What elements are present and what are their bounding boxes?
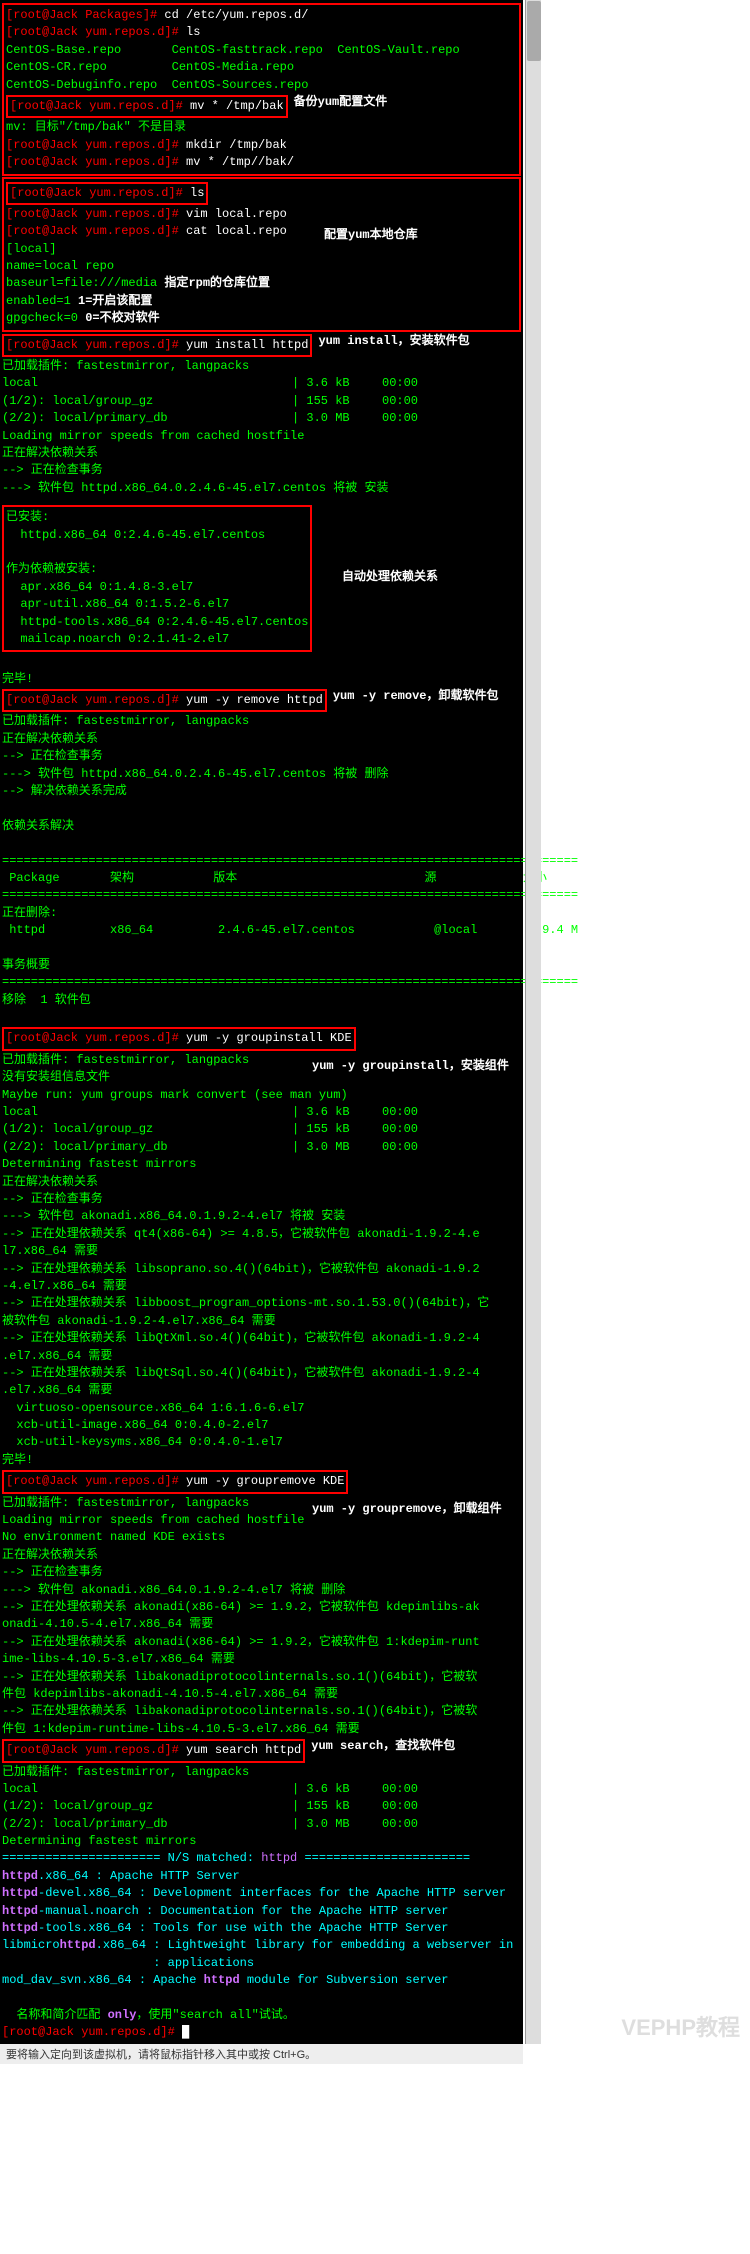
out: CentOS-Debuginfo.repo CentOS-Sources.rep… — [6, 77, 517, 94]
note-repo: 配置yum本地仓库 — [324, 227, 418, 244]
out: CentOS-Base.repo CentOS-fasttrack.repo C… — [6, 42, 517, 59]
cmd-box: [root@Jack yum.repos.d]# yum -y grouprem… — [2, 1470, 348, 1493]
note-remove: yum -y remove，卸载软件包 — [333, 688, 499, 713]
file-line: [local] — [6, 241, 517, 258]
note-enabled: 1=开启该配置 — [78, 294, 152, 308]
sec1-box: [root@Jack Packages]# cd /etc/yum.repos.… — [2, 3, 521, 176]
out: mv: 目标"/tmp/bak" 不是目录 — [6, 119, 517, 136]
out: 已加载插件: fastestmirror, langpacks — [2, 358, 521, 375]
scrollbar-thumb[interactable] — [527, 1, 541, 61]
prompt: [root@Jack Packages]# — [6, 8, 157, 22]
note-auto-deps: 自动处理依赖关系 — [342, 569, 438, 586]
note-gpg: 0=不校对软件 — [85, 311, 159, 325]
terminal[interactable]: [root@Jack Packages]# cd /etc/yum.repos.… — [0, 0, 523, 2044]
note-backup: 备份yum配置文件 — [294, 94, 388, 119]
out: CentOS-CR.repo CentOS-Media.repo — [6, 59, 517, 76]
cmd-box: [root@Jack yum.repos.d]# yum search http… — [2, 1739, 305, 1762]
note-search: yum search，查找软件包 — [311, 1738, 455, 1763]
status-bar: 要将输入定向到该虚拟机，请将鼠标指针移入其中或按 Ctrl+G。 — [0, 2044, 523, 2064]
note-install: yum install，安装软件包 — [318, 333, 469, 358]
cmd-box: [root@Jack yum.repos.d]# mv * /tmp/bak — [6, 95, 288, 118]
cmd-box: [root@Jack yum.repos.d]# yum -y groupins… — [2, 1027, 356, 1050]
note-groupinstall: yum -y groupinstall，安装组件 — [312, 1058, 509, 1075]
installed-box: 已安装: httpd.x86_64 0:2.4.6-45.el7.centos … — [2, 505, 312, 652]
done: 完毕! — [2, 1452, 521, 1469]
scrollbar[interactable] — [525, 0, 541, 2044]
cmd-box: [root@Jack yum.repos.d]# yum -y remove h… — [2, 689, 327, 712]
sec2-box: [root@Jack yum.repos.d]# ls [root@Jack y… — [2, 177, 521, 332]
note-baseurl: 指定rpm的仓库位置 — [164, 276, 270, 290]
note-groupremove: yum -y groupremove，卸载组件 — [312, 1501, 502, 1518]
file-line: name=local repo — [6, 258, 517, 275]
watermark: VEPHP教程 — [621, 2010, 740, 2042]
cmd: cd /etc/yum.repos.d/ — [157, 8, 308, 22]
done: 完毕! — [2, 671, 521, 688]
prompt: [root@Jack yum.repos.d]# — [6, 25, 179, 39]
cmd-box: [root@Jack yum.repos.d]# yum install htt… — [2, 334, 312, 357]
cmd-box: [root@Jack yum.repos.d]# ls — [6, 182, 208, 205]
cmd: ls — [179, 25, 201, 39]
